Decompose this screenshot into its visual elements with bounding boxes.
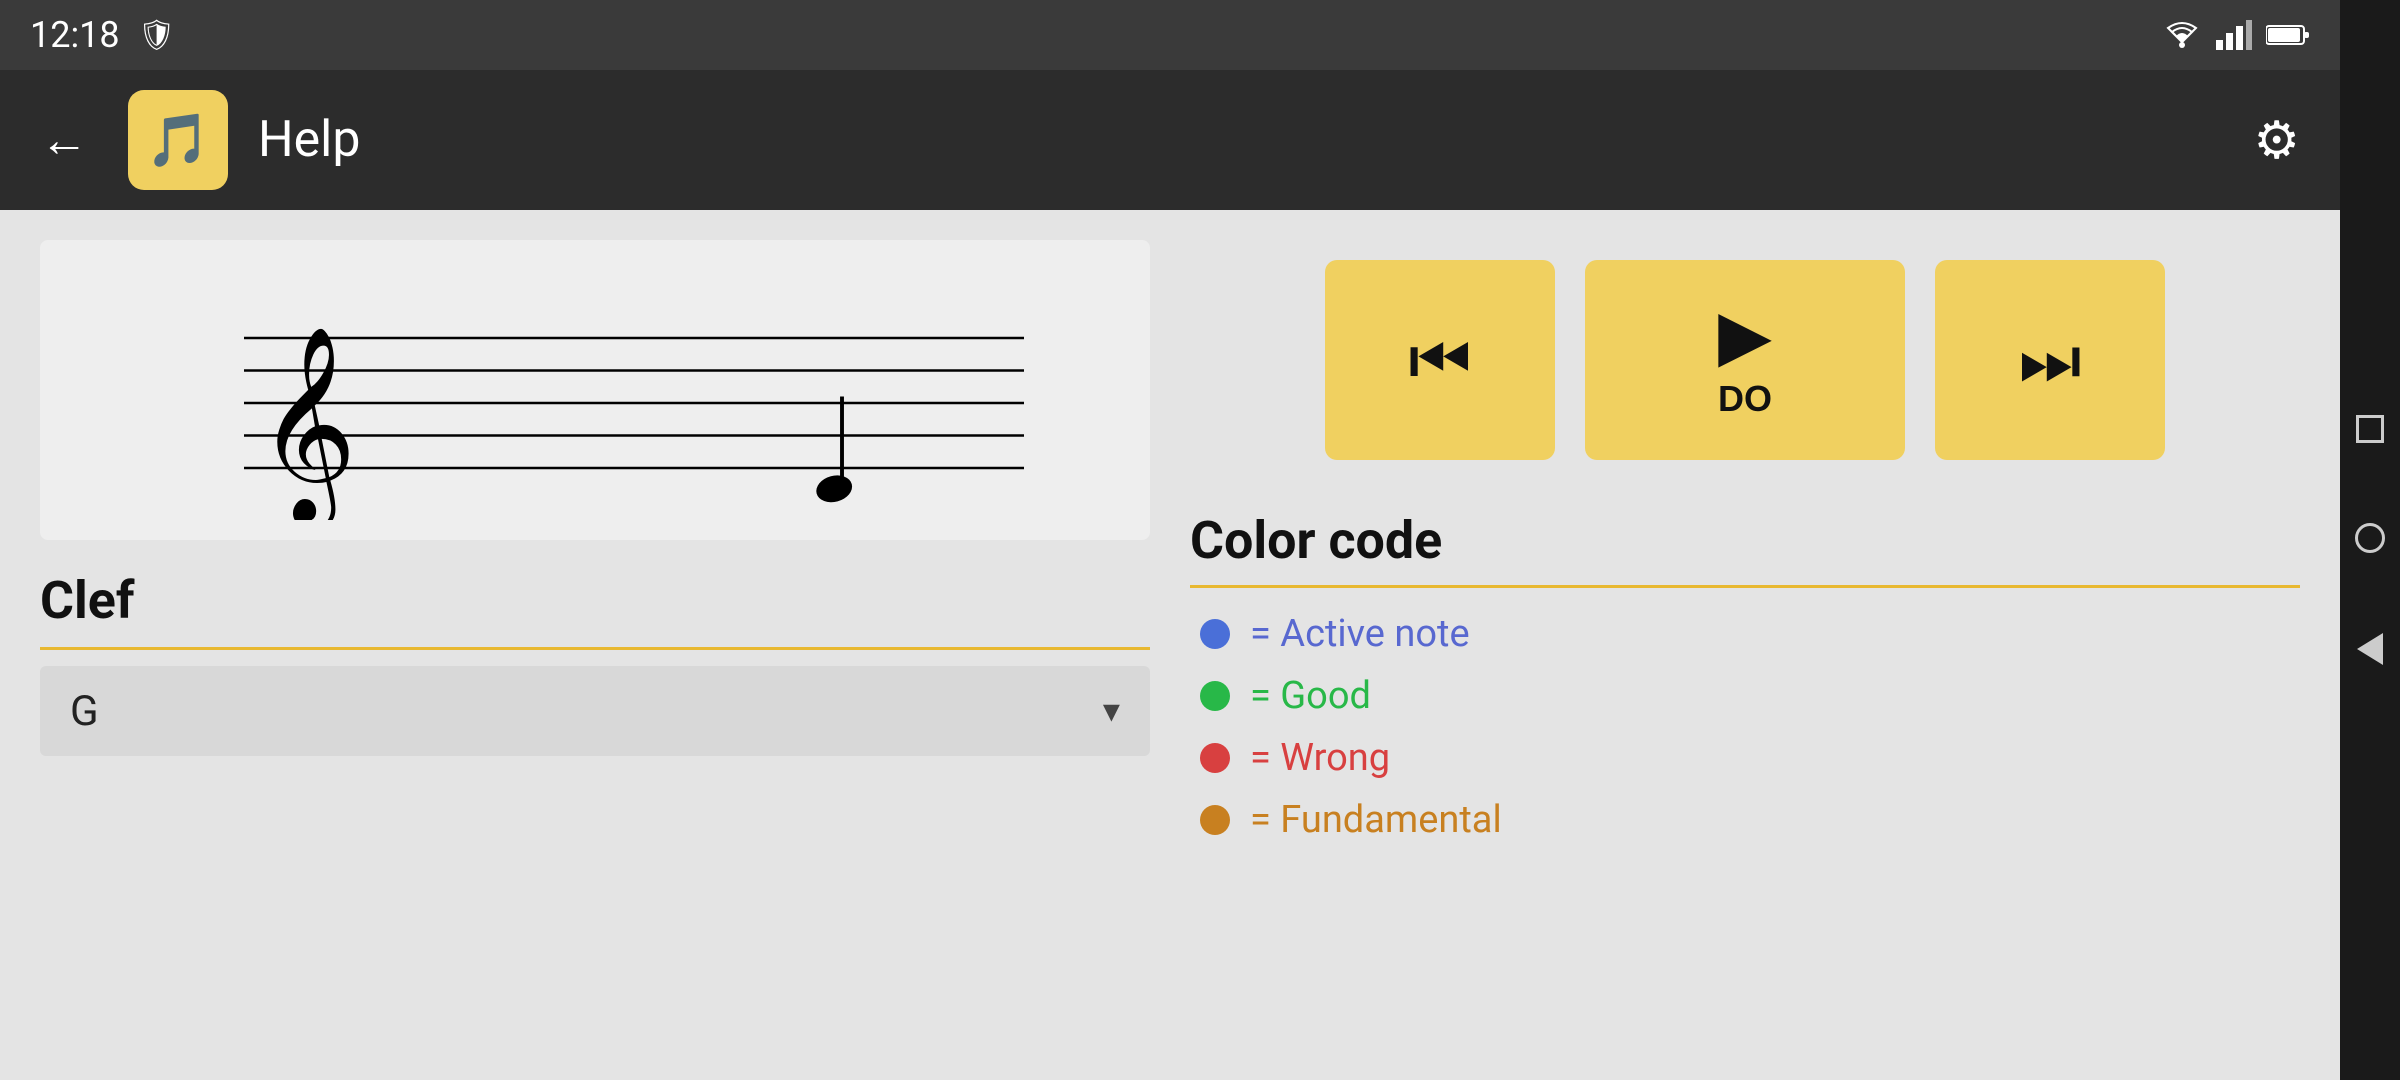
right-panel: ⏮ ▶ DO ⏭ Color code = Active note	[1190, 240, 2300, 1050]
clef-value: G	[70, 687, 99, 736]
battery-icon	[2266, 23, 2310, 47]
previous-button[interactable]: ⏮	[1325, 260, 1555, 460]
home-button[interactable]	[2355, 523, 2385, 553]
color-item-wrong: = Wrong	[1200, 736, 2290, 780]
chevron-down-icon: ▾	[1103, 691, 1120, 731]
staff-area: 𝄞	[40, 240, 1150, 540]
signal-icon	[2216, 20, 2252, 50]
settings-button[interactable]: ⚙	[2243, 100, 2310, 181]
logo-icon: 🎵	[146, 110, 211, 171]
recent-apps-button[interactable]	[2356, 415, 2384, 443]
android-nav-bar	[2340, 0, 2400, 1080]
color-item-fundamental: = Fundamental	[1200, 798, 2290, 842]
color-item-active: = Active note	[1200, 612, 2290, 656]
color-code-section: Color code = Active note = Good = Wrong	[1190, 510, 2300, 852]
fundamental-dot	[1200, 805, 1230, 835]
active-note-label: = Active note	[1250, 612, 1470, 656]
wrong-label: = Wrong	[1250, 736, 1390, 780]
status-bar: 12:18 🛡	[0, 0, 2340, 70]
status-right	[2162, 20, 2310, 50]
clef-title: Clef	[40, 570, 1150, 631]
wifi-icon	[2162, 20, 2202, 50]
good-dot	[1200, 681, 1230, 711]
wrong-dot	[1200, 743, 1230, 773]
skip-back-icon: ⏮	[1409, 325, 1472, 395]
play-button[interactable]: ▶ DO	[1585, 260, 1905, 460]
status-time: 12:18	[30, 14, 120, 56]
next-button[interactable]: ⏭	[1935, 260, 2165, 460]
fundamental-label: = Fundamental	[1250, 798, 1502, 842]
app-bar: ← 🎵 Help ⚙	[0, 70, 2340, 210]
transport-controls: ⏮ ▶ DO ⏭	[1190, 240, 2300, 480]
color-code-title: Color code	[1190, 510, 2300, 571]
svg-text:𝄞: 𝄞	[257, 329, 357, 520]
color-item-good: = Good	[1200, 674, 2290, 718]
clef-section: Clef G ▾	[40, 570, 1150, 756]
status-left: 12:18 🛡	[30, 14, 176, 56]
left-panel: 𝄞 Clef G ▾	[40, 240, 1150, 1050]
clef-dropdown[interactable]: G ▾	[40, 666, 1150, 756]
play-icon: ▶	[1718, 300, 1772, 370]
app-logo: 🎵	[128, 90, 228, 190]
back-button[interactable]: ←	[30, 106, 98, 174]
active-note-dot	[1200, 619, 1230, 649]
back-nav-button[interactable]	[2357, 633, 2383, 665]
app-container: 12:18 🛡	[0, 0, 2340, 1080]
good-label: = Good	[1250, 674, 1371, 718]
color-code-list: = Active note = Good = Wrong = Fundament…	[1190, 602, 2300, 852]
page-title: Help	[258, 111, 360, 169]
shield-icon: 🛡	[138, 18, 176, 53]
color-code-divider	[1190, 585, 2300, 588]
skip-forward-icon: ⏭	[2019, 325, 2082, 395]
clef-divider	[40, 647, 1150, 650]
staff-notation: 𝄞	[80, 260, 1110, 520]
main-content: 𝄞 Clef G ▾ ⏮	[0, 210, 2340, 1080]
play-label: DO	[1718, 378, 1772, 420]
